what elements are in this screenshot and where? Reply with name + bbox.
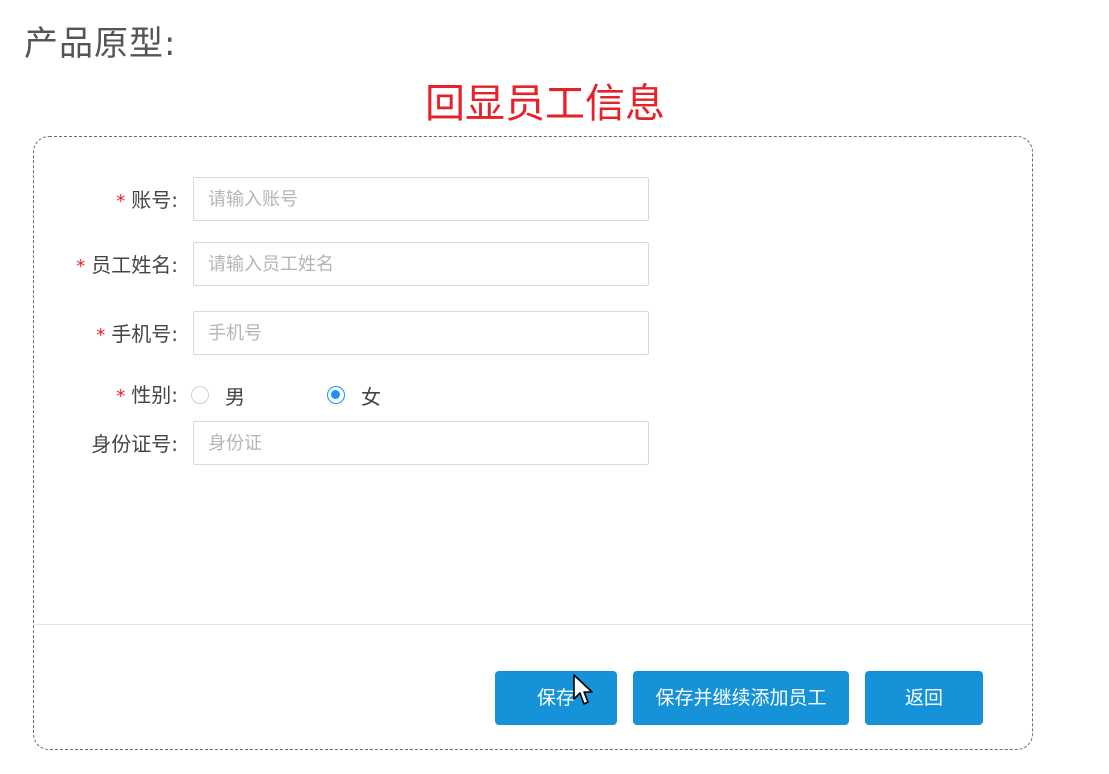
form-row-name: * 员工姓名: [34, 242, 734, 288]
phone-label-text: 手机号: [111, 322, 178, 346]
gender-male-label: 男 [225, 384, 245, 409]
gender-label: * 性别: [116, 372, 178, 418]
account-label: * 账号: [116, 177, 178, 223]
phone-label: * 手机号: [96, 311, 178, 357]
form-row-gender: * 性别: 男 女 [34, 372, 734, 418]
page: 产品原型: 回显员工信息 *账号: *员工姓名: *手机号: *性 [0, 0, 1109, 774]
save-button[interactable]: 保存 [495, 671, 617, 725]
required-star: * [116, 386, 126, 407]
gender-option-male[interactable]: 男 [191, 381, 327, 410]
radio-unchecked-icon[interactable] [191, 386, 209, 404]
name-label: * 员工姓名: [76, 242, 178, 288]
required-star: * [96, 325, 106, 346]
page-title: 产品原型: [24, 24, 177, 64]
id-card-input[interactable] [193, 421, 649, 465]
radio-checked-icon[interactable] [327, 386, 345, 404]
gender-radio-group: 男 女 [191, 372, 381, 418]
gender-option-female[interactable]: 女 [327, 381, 381, 410]
name-label-text: 员工姓名: [91, 253, 178, 277]
account-input[interactable] [193, 177, 649, 221]
gender-label-text: 性别: [131, 383, 178, 407]
form-row-id-card: 身份证号: [34, 421, 734, 467]
form-row-account: * 账号: [34, 177, 734, 223]
save-and-continue-button[interactable]: 保存并继续添加员工 [633, 671, 849, 725]
phone-input[interactable] [193, 311, 649, 355]
account-label-text: 账号: [131, 188, 178, 212]
id-card-label: 身份证号: [91, 432, 178, 456]
page-heading: 回显员工信息 [425, 81, 665, 127]
footer-divider [34, 624, 1032, 625]
required-star: * [116, 191, 126, 212]
back-button[interactable]: 返回 [865, 671, 983, 725]
gender-female-label: 女 [361, 384, 381, 409]
required-star: * [76, 256, 86, 277]
employee-name-input[interactable] [193, 242, 649, 286]
employee-form: *账号: *员工姓名: *手机号: *性别: [33, 136, 1033, 750]
mouse-pointer-icon [573, 674, 593, 705]
form-row-phone: * 手机号: [34, 311, 734, 357]
